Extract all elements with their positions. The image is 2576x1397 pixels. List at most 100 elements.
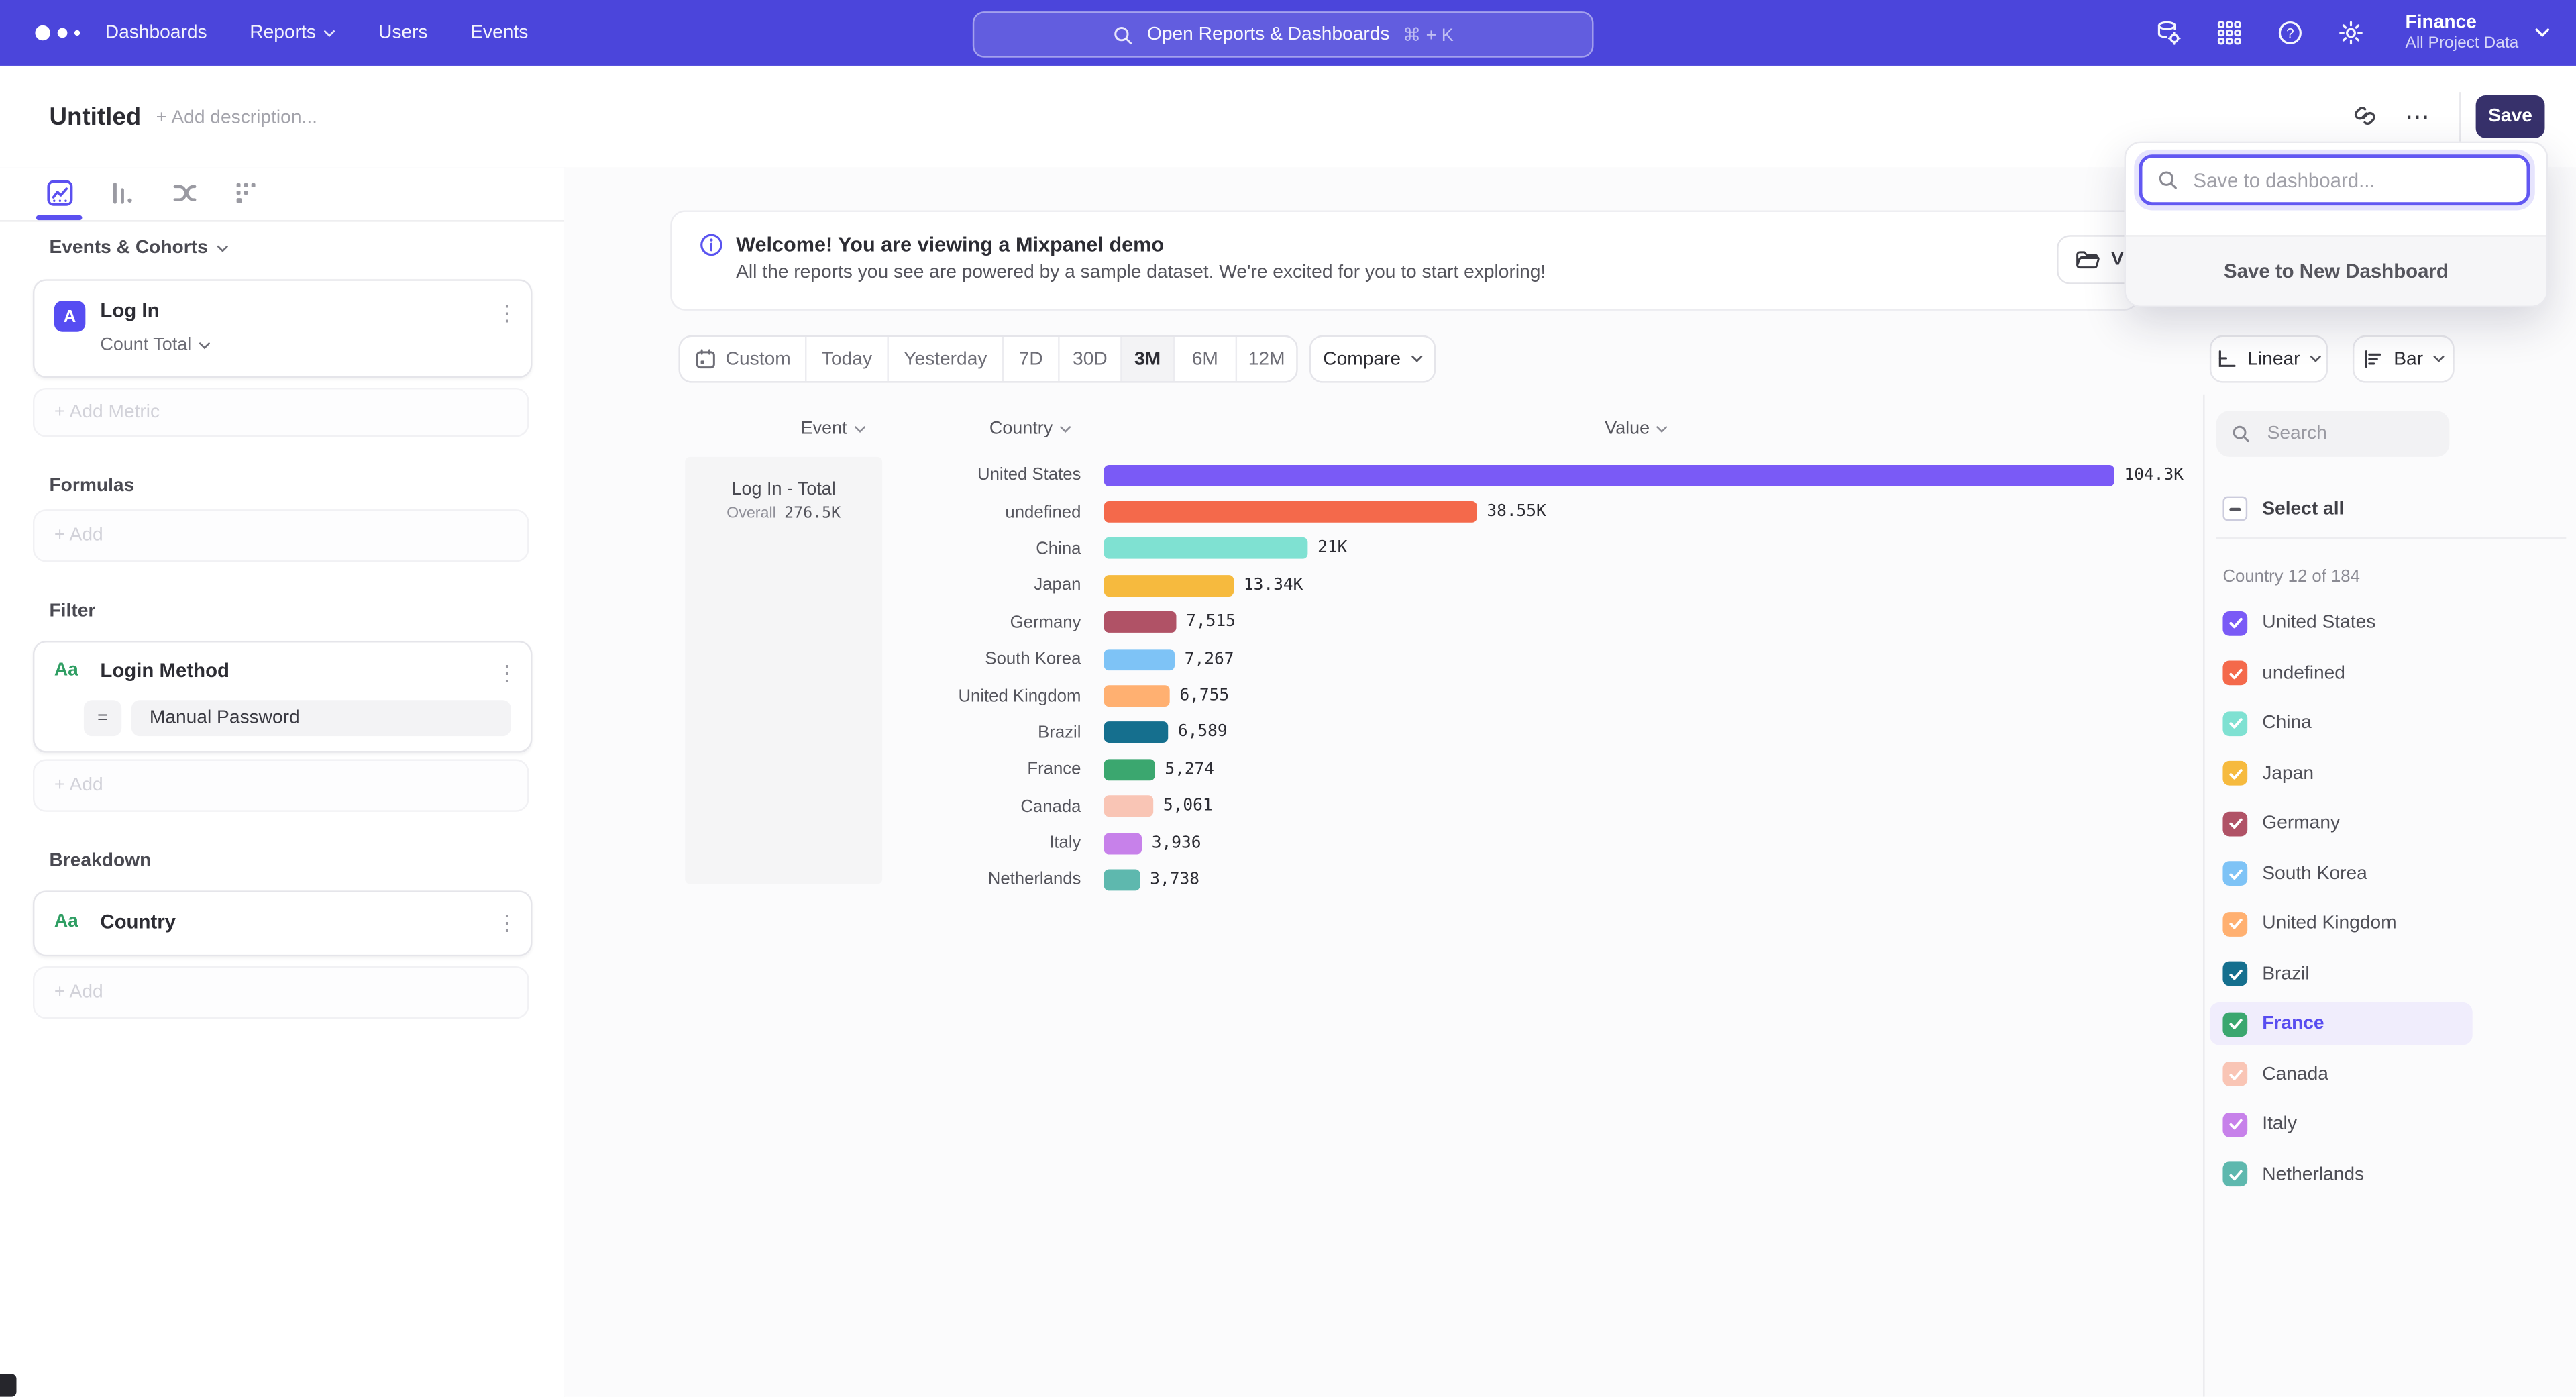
nav-item-reports[interactable]: Reports (250, 23, 335, 42)
legend-checkbox[interactable] (2222, 711, 2247, 735)
column-header-country[interactable]: Country (948, 419, 1112, 438)
legend-checkbox[interactable] (2222, 1062, 2247, 1086)
chart-type-selector[interactable]: Bar (2353, 335, 2455, 383)
legend-row-china[interactable]: China (2210, 702, 2473, 745)
kebab-menu-icon[interactable]: ⋮ (496, 303, 518, 324)
column-header-event[interactable]: Event (751, 419, 915, 438)
global-search-button[interactable]: Open Reports & Dashboards ⌘ + K (973, 11, 1594, 58)
chart-bar[interactable] (1104, 796, 1153, 817)
range-custom[interactable]: Custom (680, 337, 807, 381)
banner-title: Welcome! You are viewing a Mixpanel demo (736, 234, 1164, 256)
metric-name[interactable]: Log In (100, 299, 159, 322)
dashboard-search-input[interactable] (2190, 167, 2492, 193)
range-12m[interactable]: 12M (1237, 337, 1296, 381)
range-today[interactable]: Today (806, 337, 888, 381)
range-yesterday[interactable]: Yesterday (889, 337, 1004, 381)
kebab-menu-icon[interactable]: ⋮ (496, 912, 518, 933)
select-all-row[interactable]: Select all (2222, 497, 2344, 521)
series-summary-panel[interactable]: Log In - Total Overall276.5K (685, 457, 882, 884)
range-6m[interactable]: 6M (1175, 337, 1237, 381)
add-description[interactable]: + Add description... (156, 109, 317, 128)
legend-row-brazil[interactable]: Brazil (2210, 952, 2473, 995)
chart-bar[interactable] (1104, 869, 1140, 890)
legend-checkbox[interactable] (2222, 761, 2247, 786)
legend-row-italy[interactable]: Italy (2210, 1102, 2473, 1145)
legend-checkbox[interactable] (2222, 811, 2247, 836)
chart-bar[interactable] (1104, 833, 1142, 854)
tab-insights[interactable] (46, 179, 74, 207)
range-30d[interactable]: 30D (1060, 337, 1122, 381)
tab-funnels[interactable] (109, 179, 137, 207)
chart-bar[interactable] (1104, 759, 1155, 780)
legend-row-france[interactable]: France (2210, 1002, 2473, 1045)
dashboard-search-field[interactable] (2139, 154, 2530, 205)
scale-selector[interactable]: Linear (2210, 335, 2328, 383)
chart-bar[interactable] (1104, 722, 1169, 743)
legend-label: South Korea (2262, 864, 2367, 883)
breakdown-property-name[interactable]: Country (100, 911, 176, 933)
legend-search-input[interactable] (2264, 422, 2435, 445)
legend-checkbox[interactable] (2222, 1112, 2247, 1137)
tab-flows[interactable] (171, 179, 199, 207)
filter-operator[interactable]: = (84, 700, 121, 736)
nav-item-users[interactable]: Users (378, 23, 428, 42)
legend-row-canada[interactable]: Canada (2210, 1053, 2473, 1096)
legend-checkbox[interactable] (2222, 611, 2247, 635)
legend-row-undefined[interactable]: undefined (2210, 652, 2473, 694)
settings-gear-icon[interactable] (2338, 19, 2364, 46)
filter-property-name[interactable]: Login Method (100, 659, 229, 682)
kebab-menu-icon[interactable]: ⋮ (496, 662, 518, 684)
apps-grid-icon[interactable] (2216, 19, 2243, 46)
report-title[interactable]: Untitled (49, 103, 141, 132)
add-formula-button[interactable]: + Add (33, 509, 529, 562)
more-options-icon[interactable]: ⋯ (2405, 102, 2431, 132)
legend-checkbox[interactable] (2222, 861, 2247, 886)
nav-item-events[interactable]: Events (470, 23, 528, 42)
compare-button[interactable]: Compare (1309, 335, 1436, 383)
legend-row-netherlands[interactable]: Netherlands (2210, 1153, 2473, 1196)
data-settings-icon[interactable] (2155, 19, 2182, 46)
chart-bar[interactable] (1104, 575, 1234, 597)
legend-search[interactable] (2216, 411, 2450, 457)
chart-row: South Korea7,267 (884, 641, 2198, 678)
filter-card[interactable]: Aa Login Method ⋮ = Manual Password (33, 641, 532, 753)
legend-row-japan[interactable]: Japan (2210, 752, 2473, 794)
legend-checkbox[interactable] (2222, 911, 2247, 936)
help-icon[interactable]: ? (2277, 19, 2303, 46)
copy-link-icon[interactable] (2353, 103, 2377, 128)
column-header-value[interactable]: Value (1554, 419, 1719, 438)
filter-value[interactable]: Manual Password (131, 700, 511, 736)
mixpanel-logo-icon[interactable] (26, 19, 95, 46)
legend-checkbox[interactable] (2222, 1011, 2247, 1036)
chart-bar[interactable] (1104, 685, 1170, 707)
add-breakdown-button[interactable]: + Add (33, 966, 529, 1019)
metric-card[interactable]: A Log In ⋮ Count Total (33, 279, 532, 378)
legend-row-united-states[interactable]: United States (2210, 601, 2473, 644)
breakdown-card[interactable]: Aa Country ⋮ (33, 890, 532, 956)
legend-row-south-korea[interactable]: South Korea (2210, 852, 2473, 895)
legend-row-germany[interactable]: Germany (2210, 802, 2473, 845)
chart-bar[interactable] (1104, 538, 1308, 560)
save-button[interactable]: Save (2476, 95, 2545, 138)
range-3m[interactable]: 3M (1122, 337, 1175, 381)
chart-bar[interactable] (1104, 648, 1175, 670)
add-filter-button[interactable]: + Add (33, 759, 529, 811)
chart-bar[interactable] (1104, 501, 1477, 523)
nav-item-dashboards[interactable]: Dashboards (105, 23, 207, 42)
legend-row-united-kingdom[interactable]: United Kingdom (2210, 902, 2473, 945)
bar-value-label: 5,274 (1165, 760, 1214, 778)
legend-checkbox[interactable] (2222, 660, 2247, 685)
events-cohorts-header[interactable]: Events & Cohorts (49, 238, 227, 258)
select-all-checkbox[interactable] (2222, 497, 2247, 521)
chart-bar[interactable] (1104, 464, 2114, 486)
chart-row: United States104.3K (884, 457, 2198, 494)
tab-retention[interactable] (231, 179, 260, 207)
chart-bar[interactable] (1104, 612, 1177, 633)
metric-aggregation[interactable]: Count Total (100, 335, 211, 355)
legend-checkbox[interactable] (2222, 1161, 2247, 1186)
range-7d[interactable]: 7D (1004, 337, 1059, 381)
project-switcher[interactable]: Finance All Project Data (2405, 11, 2549, 55)
legend-checkbox[interactable] (2222, 962, 2247, 986)
save-to-new-dashboard-button[interactable]: Save to New Dashboard (2126, 235, 2546, 305)
add-metric-button[interactable]: + Add Metric (33, 388, 529, 437)
